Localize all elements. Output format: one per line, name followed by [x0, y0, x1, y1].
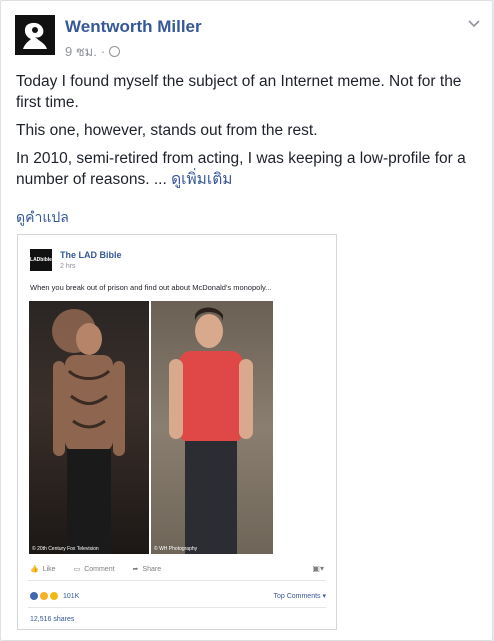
author-name[interactable]: Wentworth Miller	[65, 17, 202, 37]
haha-reaction-icon	[40, 592, 48, 600]
comment-label: Comment	[84, 565, 115, 573]
like-button[interactable]: 👍 Like	[30, 565, 56, 574]
share-count[interactable]: 12,516 shares	[30, 616, 74, 623]
post-meta: 9 ชม. ·	[65, 41, 121, 62]
photo-tattooed-man: © 20th Century Fox Television	[29, 301, 149, 554]
photo-man-red-shirt: © WH Photography	[151, 301, 273, 554]
embedded-time: 2 hrs	[60, 263, 76, 270]
photo-credit-right: © WH Photography	[154, 546, 198, 552]
divider	[28, 580, 326, 581]
meta-separator: ·	[100, 44, 106, 59]
comment-button[interactable]: ▭ Comment	[73, 565, 115, 574]
embedded-avatar: LADbible	[30, 249, 52, 271]
post-paragraph-text: In 2010, semi-retired from acting, I was…	[16, 150, 466, 188]
share-icon: ➦	[132, 566, 139, 573]
photo-credit-left: © 20th Century Fox Television	[32, 546, 99, 552]
reaction-count: 101K	[63, 592, 80, 600]
audience-selector-icon[interactable]: ▣▾	[312, 564, 324, 573]
post-time[interactable]: 9 ชม.	[65, 41, 97, 62]
post-card: Wentworth Miller 9 ชม. · Today I found m…	[0, 0, 493, 641]
embedded-caption: When you break out of prison and find ou…	[30, 283, 272, 292]
see-more-link[interactable]: ดูเพิ่มเติม	[171, 171, 232, 188]
post-paragraph: In 2010, semi-retired from acting, I was…	[16, 148, 481, 190]
like-label: Like	[42, 565, 56, 573]
post-paragraph: This one, however, stands out from the r…	[16, 122, 318, 139]
share-button[interactable]: ➦ Share	[132, 565, 162, 574]
post-body: Today I found myself the subject of an I…	[16, 71, 481, 197]
embedded-screenshot[interactable]: LADbible The LAD Bible 2 hrs When you br…	[17, 234, 337, 630]
embedded-actions: 👍 Like ▭ Comment ➦ Share	[30, 565, 326, 574]
wow-reaction-icon	[50, 592, 58, 600]
thumbs-up-icon: 👍	[30, 566, 39, 573]
globe-icon[interactable]	[109, 46, 121, 57]
post-paragraph: Today I found myself the subject of an I…	[16, 73, 462, 111]
author-avatar[interactable]	[15, 15, 55, 55]
comment-icon: ▭	[73, 566, 81, 573]
top-comments-selector[interactable]: Top Comments ▾	[273, 592, 326, 600]
embedded-page-name: The LAD Bible	[60, 250, 122, 260]
reaction-summary[interactable]: 101K	[30, 592, 79, 600]
chevron-down-icon[interactable]	[468, 15, 480, 31]
like-reaction-icon	[30, 592, 38, 600]
divider	[28, 607, 326, 608]
share-label: Share	[142, 565, 162, 573]
translate-link[interactable]: ดูคำแปล	[16, 207, 69, 229]
